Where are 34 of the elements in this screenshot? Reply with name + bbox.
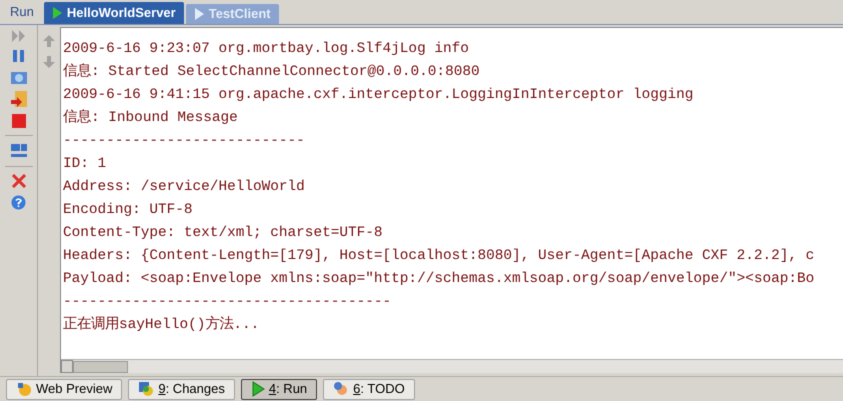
console-line: Address: /service/HelloWorld bbox=[63, 178, 305, 197]
play-icon bbox=[52, 7, 62, 19]
console-line: Content-Type: text/xml; charset=UTF-8 bbox=[63, 224, 383, 243]
rerun-icon[interactable] bbox=[12, 30, 26, 42]
play-icon bbox=[250, 381, 265, 397]
panel-title: Run bbox=[9, 2, 35, 20]
console-line: Encoding: UTF-8 bbox=[63, 201, 193, 220]
help-icon[interactable] bbox=[11, 195, 26, 210]
up-arrow-icon[interactable] bbox=[43, 35, 55, 47]
console-line: Headers: {Content-Length=[179], Host=[localhost:8080], User-Agent=[Apache CXF 2.2.2], c bbox=[63, 247, 814, 266]
stop-icon[interactable] bbox=[12, 114, 26, 128]
horizontal-scrollbar[interactable] bbox=[61, 359, 843, 373]
console-line: ---------------------------- bbox=[63, 132, 305, 151]
console-line: -------------------------------------- bbox=[63, 293, 392, 312]
console-line: 2009-6-16 9:41:15 org.apache.cxf.interceptor.LoggingInInterceptor logging bbox=[63, 86, 694, 105]
run-tab[interactable]: HelloWorldServer bbox=[44, 2, 184, 24]
console-line: 正在调用sayHello()方法... bbox=[63, 314, 260, 335]
console-line: 信息: Started SelectChannelConnector@0.0.0.0:8080 bbox=[63, 62, 480, 82]
down-arrow-icon[interactable] bbox=[43, 56, 55, 68]
export-icon[interactable] bbox=[10, 91, 26, 107]
tool-window-button[interactable]: 6: TODO bbox=[323, 378, 415, 400]
console-line: ID: 1 bbox=[63, 155, 106, 174]
layout-icon[interactable] bbox=[10, 143, 26, 159]
console-line: 2009-6-16 9:23:07 org.mortbay.log.Slf4jLog info bbox=[63, 40, 469, 59]
camera-icon[interactable] bbox=[10, 70, 26, 84]
tool-window-button[interactable]: 9: Changes bbox=[128, 378, 235, 400]
pause-icon[interactable] bbox=[12, 49, 26, 63]
console-line: Payload: <soap:Envelope xmlns:soap="http://schemas.xmlsoap.org/soap/envelope/"><soap:Bo bbox=[63, 270, 814, 289]
tool-window-button[interactable]: 4: Run bbox=[240, 378, 318, 400]
close-icon[interactable] bbox=[12, 174, 26, 188]
console-line: 信息: Inbound Message bbox=[63, 108, 238, 128]
play-icon bbox=[194, 8, 204, 20]
changes-icon bbox=[138, 381, 154, 397]
tool-window-button[interactable]: Web Preview bbox=[6, 378, 122, 400]
